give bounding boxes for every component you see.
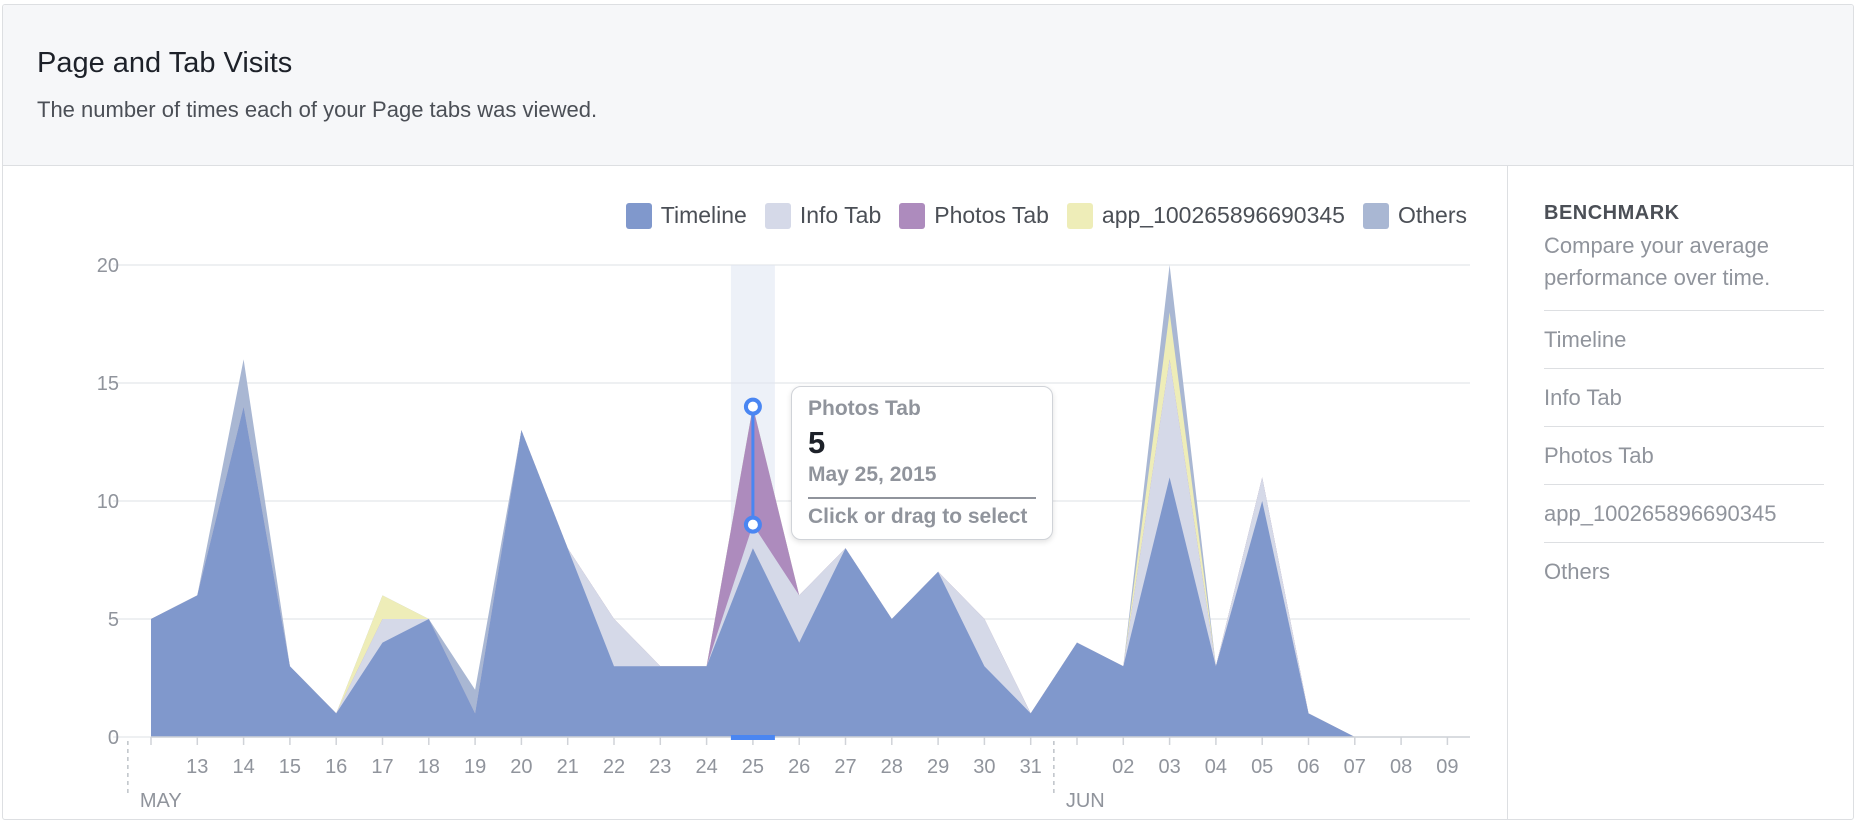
legend-label: Timeline [660, 202, 747, 228]
tooltip-hint: Click or drag to select [808, 505, 1028, 528]
highlight-point-top [743, 397, 762, 416]
month-label-may: MAY [140, 790, 182, 812]
x-tick-label: 02 [1112, 756, 1134, 778]
x-tick-label: 09 [1436, 756, 1458, 778]
x-tick-label: 15 [279, 756, 301, 778]
y-tick-label: 0 [108, 727, 119, 749]
legend-item-photos-tab[interactable]: Photos Tab [899, 202, 1049, 229]
tooltip-series-name: Photos Tab [808, 397, 921, 420]
tooltip-divider [808, 497, 1036, 499]
x-tick-label: 20 [510, 756, 532, 778]
tooltip-value: 5 [808, 425, 826, 460]
x-tick-label: 23 [649, 756, 671, 778]
x-tick-label: 05 [1251, 756, 1273, 778]
x-tick-label: 14 [232, 756, 254, 778]
legend-label: Others [1397, 202, 1467, 228]
legend-swatch [625, 202, 652, 229]
x-tick-label: 28 [881, 756, 903, 778]
chart-legend: Timeline Info Tab Photos Tab app_1002658966… [625, 202, 1467, 229]
legend-swatch [899, 202, 926, 229]
legend-item-others[interactable]: Others [1362, 202, 1467, 229]
legend-swatch [764, 202, 791, 229]
x-tick-label: 03 [1158, 756, 1180, 778]
x-tick-label: 06 [1297, 756, 1319, 778]
x-tick-label: 24 [695, 756, 717, 778]
y-tick-label: 15 [97, 373, 119, 395]
x-tick-label: 04 [1205, 756, 1227, 778]
stacked-area-chart[interactable]: 0510152013 14 15 16 17 18 19 20 21 22 23 24 25 26 27 28… [3, 5, 1507, 820]
x-tick-label: 26 [788, 756, 810, 778]
x-tick-label: 29 [927, 756, 949, 778]
benchmark-list: Timeline Info Tab Photos Tab app_1002658… [1544, 310, 1824, 600]
x-tick-label: 31 [1020, 756, 1042, 778]
x-tick-label: 17 [371, 756, 393, 778]
month-label-jun: JUN [1066, 790, 1105, 812]
x-tick-label: 08 [1390, 756, 1412, 778]
benchmark-item-photos-tab[interactable]: Photos Tab [1544, 426, 1824, 484]
benchmark-item-others[interactable]: Others [1544, 542, 1824, 600]
legend-swatch [1066, 202, 1093, 229]
benchmark-description: Compare your average performance over ti… [1544, 233, 1771, 290]
benchmark-item-timeline[interactable]: Timeline [1544, 310, 1824, 368]
x-tick-label: 22 [603, 756, 625, 778]
y-tick-label: 5 [108, 609, 119, 631]
x-tick-label: 18 [418, 756, 440, 778]
legend-label: Info Tab [799, 202, 882, 228]
benchmark-panel: BENCHMARK Compare your average performan… [1507, 166, 1853, 819]
x-tick-label: 19 [464, 756, 486, 778]
x-tick-label: 07 [1344, 756, 1366, 778]
x-tick-label: 25 [742, 756, 764, 778]
highlight-base-marker [730, 735, 775, 740]
legend-item-timeline[interactable]: Timeline [625, 202, 747, 229]
y-tick-label: 20 [97, 255, 119, 277]
benchmark-item-info-tab[interactable]: Info Tab [1544, 368, 1824, 426]
x-tick-label: 13 [186, 756, 208, 778]
legend-item-app-100265896690345[interactable]: app_100265896690345 [1066, 202, 1345, 229]
chart-tooltip: Photos Tab 5 May 25, 2015 Click or drag … [791, 386, 1053, 540]
benchmark-title: BENCHMARK [1544, 202, 1680, 224]
page-tab-visits-card: Page and Tab Visits The number of times … [2, 4, 1854, 820]
legend-item-info-tab[interactable]: Info Tab [764, 202, 882, 229]
chart-area[interactable]: 0 5 10 15 20 13 14 15 16 17 18 19 20 21 22 23 24 25 26 27 28… [3, 166, 1507, 819]
x-tick-label: 27 [834, 756, 856, 778]
benchmark-item-app[interactable]: app_100265896690345 [1544, 484, 1824, 542]
x-tick-label: 30 [973, 756, 995, 778]
x-tick-label: 16 [325, 756, 347, 778]
legend-label: Photos Tab [934, 202, 1049, 228]
x-tick-label: 21 [557, 756, 579, 778]
legend-label: app_100265896690345 [1101, 202, 1345, 228]
tooltip-date: May 25, 2015 [808, 463, 937, 486]
highlight-point-bottom [743, 515, 762, 534]
y-tick-label: 10 [97, 491, 119, 513]
legend-swatch [1362, 202, 1389, 229]
